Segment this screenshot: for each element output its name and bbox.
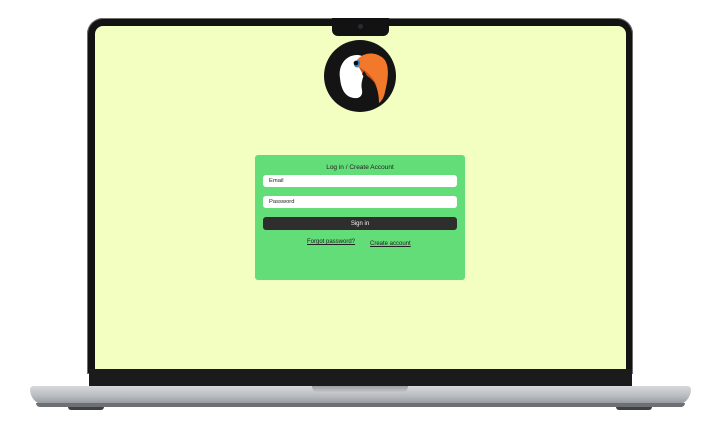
camera-icon (358, 24, 363, 29)
laptop-mockup: Log in / Create Account Sign in Forgot p… (0, 0, 720, 432)
laptop-foot-left (68, 407, 104, 410)
create-account-link[interactable]: Create account (370, 241, 411, 247)
forgot-password-link[interactable]: Forgot password? (307, 239, 355, 245)
laptop-thumb-notch (312, 386, 408, 393)
email-field[interactable] (263, 175, 457, 187)
sign-in-button[interactable]: Sign in (263, 217, 457, 230)
login-card: Log in / Create Account Sign in Forgot p… (255, 155, 465, 280)
password-field[interactable] (263, 196, 457, 208)
laptop-hinge (89, 369, 632, 386)
camera-notch (332, 18, 389, 36)
login-title: Log in / Create Account (326, 164, 394, 171)
toucan-logo-icon (324, 40, 396, 112)
toucan-logo (324, 40, 396, 112)
laptop-foot-right (616, 407, 652, 410)
laptop-base-edge (36, 403, 685, 407)
